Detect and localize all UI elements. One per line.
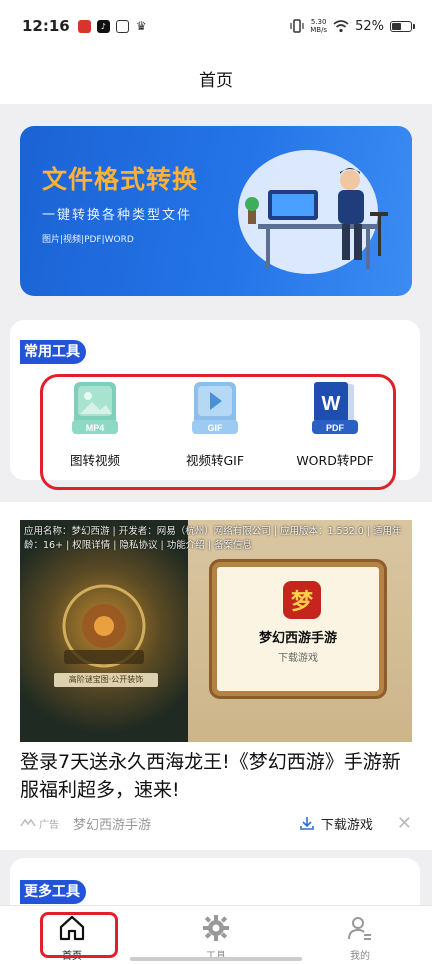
game-scene-illustration — [62, 584, 146, 668]
board-download-label: 下载游戏 — [278, 653, 318, 664]
battery-percent: 52% — [355, 18, 384, 34]
banner-tags: 图片|视频|PDF|WORD — [42, 235, 134, 245]
ad-logo-icon — [20, 819, 36, 827]
ad-app-info: 应用名称：梦幻西游 | 开发者：网易（杭州）网络有限公司 | 应用版本：1.53… — [24, 526, 402, 551]
status-bar: 12:16 ♪ ♛ 5.30 MB/s 52% — [0, 0, 432, 52]
banner-subtitle: 一键转换各种类型文件 — [42, 208, 193, 223]
vibrate-icon — [290, 19, 304, 33]
tab-label: 我的 — [350, 951, 370, 962]
person-at-desk-illustration — [238, 150, 388, 274]
game-name: 梦幻西游手游 — [258, 631, 337, 646]
net-speed: 5.30 MB/s — [310, 18, 328, 34]
page-title: 首页 — [199, 70, 233, 91]
gear-icon — [203, 915, 229, 941]
ad-download-button[interactable]: 下载游戏 — [299, 814, 373, 833]
person-icon — [348, 917, 371, 940]
game-app-icon: 梦 — [283, 581, 321, 619]
page-header: 首页 — [0, 52, 432, 104]
crown-icon: ♛ — [135, 19, 147, 33]
ad-advertiser: 梦幻西游手游 — [73, 817, 152, 833]
game-scene-image — [20, 520, 188, 742]
status-notification-icons: ♪ ♛ — [77, 19, 148, 33]
ad-media[interactable]: 高阶谜宝图·公开装饰 梦 梦幻西游手游 下载游戏 应用名称：梦幻西游 | 开发者… — [20, 520, 412, 742]
more-tools-heading: 更多工具 — [20, 880, 86, 904]
game-scene-caption: 高阶谜宝图·公开装饰 — [54, 673, 158, 687]
notification-app-icon — [77, 19, 91, 33]
download-icon — [300, 817, 314, 830]
ad-footer: 广告 梦幻西游手游 下载游戏 ✕ — [20, 812, 412, 834]
ad-badge: 广告 — [20, 816, 59, 831]
gesture-home-indicator — [130, 957, 302, 961]
tab-mine[interactable]: 我的 — [288, 906, 432, 964]
highlight-box-tools — [40, 374, 396, 490]
wifi-icon — [333, 20, 349, 33]
common-tools-heading: 常用工具 — [20, 340, 86, 364]
message-icon — [115, 19, 129, 33]
banner-title: 文件格式转换 — [42, 165, 199, 194]
battery-icon — [390, 20, 415, 32]
highlight-box-home-tab — [40, 912, 118, 958]
ad-card[interactable]: 高阶谜宝图·公开装饰 梦 梦幻西游手游 下载游戏 应用名称：梦幻西游 | 开发者… — [0, 502, 432, 850]
status-time: 12:16 — [22, 17, 70, 35]
ad-close-icon[interactable]: ✕ — [397, 813, 412, 834]
game-board: 梦 梦幻西游手游 下载游戏 — [212, 562, 384, 696]
promo-banner[interactable]: 文件格式转换 一键转换各种类型文件 图片|视频|PDF|WORD — [20, 126, 412, 296]
tab-tools[interactable]: 工具 — [144, 906, 288, 964]
ad-headline[interactable]: 登录7天送永久西海龙王!《梦幻西游》手游新服福利超多，速来! — [20, 748, 412, 804]
tiktok-icon: ♪ — [96, 19, 110, 33]
